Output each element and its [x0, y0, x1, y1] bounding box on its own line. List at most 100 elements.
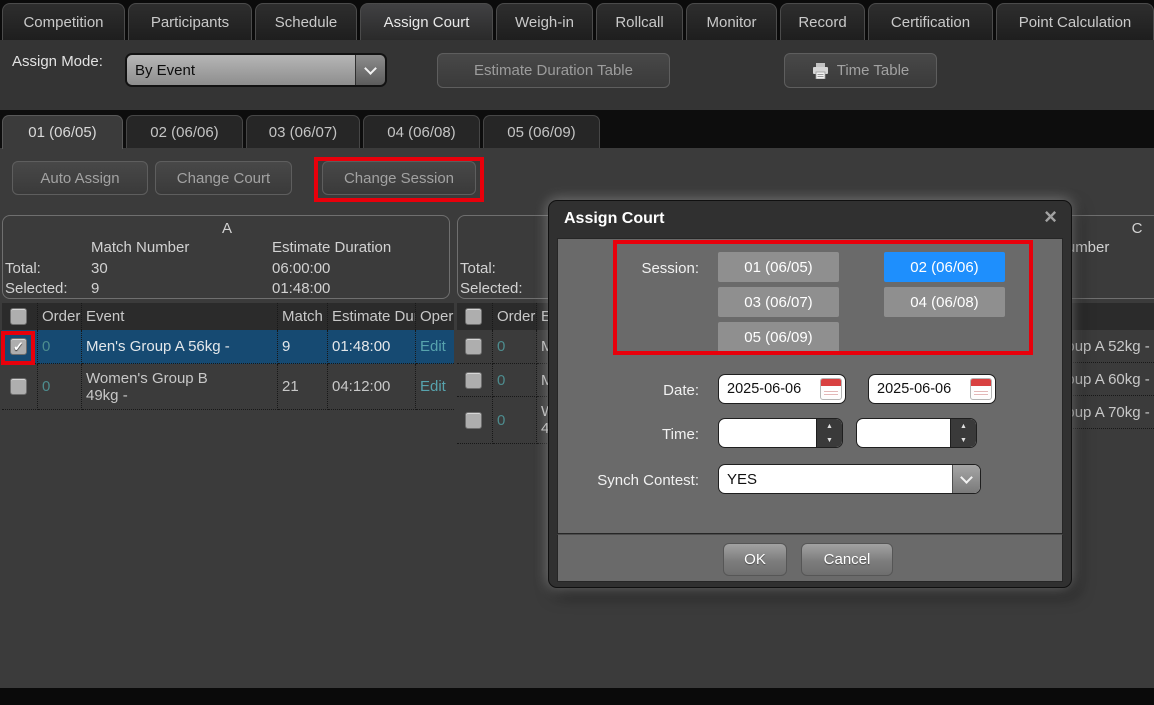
nav-tab-rollcall[interactable]: Rollcall: [596, 3, 683, 40]
date-from-input[interactable]: 2025-06-06: [718, 374, 846, 404]
time-from-spinner[interactable]: ▲ ▼: [816, 419, 842, 447]
date-label: Date:: [559, 382, 699, 399]
auto-assign-button[interactable]: Auto Assign: [12, 161, 148, 195]
time-table-button[interactable]: Time Table: [784, 53, 937, 88]
close-icon[interactable]: ×: [1044, 206, 1057, 228]
time-table-label: Time Table: [837, 62, 910, 79]
estimate-duration-table-button[interactable]: Estimate Duration Table: [437, 53, 670, 88]
change-session-button[interactable]: Change Session: [322, 161, 476, 195]
date-to-value: 2025-06-06: [869, 381, 970, 397]
spinner-down-icon[interactable]: ▼: [817, 433, 842, 447]
selected-match-count: 9: [91, 280, 99, 297]
session-option-01[interactable]: 01 (06/05): [718, 252, 839, 282]
col-oper: Oper: [416, 303, 454, 330]
calendar-icon[interactable]: [820, 378, 842, 400]
nav-tab-certification[interactable]: Certification: [868, 3, 993, 40]
nav-tab-competition[interactable]: Competition: [2, 3, 125, 40]
dialog-title: Assign Court: [564, 210, 664, 228]
estimate-duration-table-label: Estimate Duration Table: [474, 62, 633, 79]
session-tab-02[interactable]: 02 (06/06): [126, 115, 243, 148]
chevron-down-icon[interactable]: [952, 465, 980, 493]
synch-contest-select[interactable]: YES: [718, 464, 981, 494]
row-order: 0: [38, 330, 82, 364]
time-from-input[interactable]: ▲ ▼: [718, 418, 843, 448]
calendar-icon[interactable]: [970, 378, 992, 400]
session-tab-04[interactable]: 04 (06/08): [363, 115, 480, 148]
assign-mode-select[interactable]: By Event: [125, 53, 387, 87]
row-checkbox[interactable]: [465, 412, 482, 429]
session-option-04[interactable]: 04 (06/08): [884, 287, 1005, 317]
session-tab-bar: 01 (06/05) 02 (06/06) 03 (06/07) 04 (06/…: [0, 110, 1154, 148]
col-event: Event: [82, 303, 278, 330]
row-checkbox[interactable]: [465, 372, 482, 389]
assign-court-dialog: Assign Court × Session: 01 (06/05) 02 (0…: [548, 200, 1072, 588]
nav-tab-record[interactable]: Record: [780, 3, 865, 40]
date-to-input[interactable]: 2025-06-06: [868, 374, 996, 404]
nav-tab-point-calculation[interactable]: Point Calculation: [996, 3, 1154, 40]
total-label: Total:: [460, 260, 496, 277]
printer-icon: [812, 63, 829, 79]
col-order: Order: [493, 303, 537, 330]
nav-tab-schedule[interactable]: Schedule: [255, 3, 357, 40]
selected-label: Selected:: [5, 280, 68, 297]
top-navigation: Competition Participants Schedule Assign…: [0, 0, 1154, 40]
col-estimate: Estimate Duration: [328, 303, 416, 330]
time-to-spinner[interactable]: ▲ ▼: [950, 419, 976, 447]
row-match: 21: [278, 364, 328, 410]
bottom-bar: [0, 688, 1154, 705]
nav-tab-participants[interactable]: Participants: [128, 3, 252, 40]
row-match: 9: [278, 330, 328, 364]
cancel-button[interactable]: Cancel: [801, 543, 893, 576]
selected-label: Selected:: [460, 280, 523, 297]
row-order: 0: [493, 397, 537, 444]
session-tab-05[interactable]: 05 (06/09): [483, 115, 600, 148]
col-match: Match: [278, 303, 328, 330]
row-estimate: 01:48:00: [328, 330, 416, 364]
row-estimate: 04:12:00: [328, 364, 416, 410]
date-from-value: 2025-06-06: [719, 381, 820, 397]
session-tab-03[interactable]: 03 (06/07): [246, 115, 360, 148]
row-checkbox-checked[interactable]: ✓: [10, 338, 27, 355]
select-all-checkbox[interactable]: [10, 308, 27, 325]
session-option-03[interactable]: 03 (06/07): [718, 287, 839, 317]
table-row[interactable]: 0 Women's Group B 49kg - 21 04:12:00 Edi…: [2, 364, 454, 410]
row-event: Women's Group B 49kg -: [82, 364, 278, 410]
nav-tab-weigh-in[interactable]: Weigh-in: [496, 3, 593, 40]
select-all-checkbox[interactable]: [465, 308, 482, 325]
row-order: 0: [493, 330, 537, 364]
spinner-up-icon[interactable]: ▲: [951, 419, 976, 433]
edit-link[interactable]: Edit: [416, 330, 454, 364]
session-option-05[interactable]: 05 (06/09): [718, 322, 839, 352]
table-row[interactable]: ✓ 0 Men's Group A 56kg - 9 01:48:00 Edit: [2, 330, 454, 364]
court-a-table: Order Event Match Estimate Duration Oper…: [2, 303, 454, 410]
time-label: Time:: [559, 426, 699, 443]
change-court-button[interactable]: Change Court: [155, 161, 292, 195]
synch-contest-label: Synch Contest:: [559, 472, 699, 489]
total-label: Total:: [5, 260, 41, 277]
spinner-up-icon[interactable]: ▲: [817, 419, 842, 433]
estimate-duration-label: Estimate Duration: [272, 239, 391, 256]
nav-tab-monitor[interactable]: Monitor: [686, 3, 777, 40]
col-order: Order: [38, 303, 82, 330]
assign-mode-label: Assign Mode:: [12, 53, 103, 70]
total-match-count: 30: [91, 260, 108, 277]
session-label: Session:: [559, 260, 699, 277]
ok-button[interactable]: OK: [723, 543, 787, 576]
table-header-row: Order Event Match Estimate Duration Oper: [2, 303, 454, 330]
time-to-input[interactable]: ▲ ▼: [856, 418, 977, 448]
row-order: 0: [38, 364, 82, 410]
session-tab-01[interactable]: 01 (06/05): [2, 115, 123, 149]
nav-tab-assign-court[interactable]: Assign Court: [360, 3, 493, 40]
selected-duration-value: 01:48:00: [272, 280, 330, 297]
toolbar: Assign Mode: By Event Estimate Duration …: [0, 40, 1154, 110]
spinner-down-icon[interactable]: ▼: [951, 433, 976, 447]
synch-contest-value: YES: [719, 471, 952, 488]
assign-mode-value: By Event: [127, 55, 355, 85]
edit-link[interactable]: Edit: [416, 364, 454, 410]
court-a-summary-box: A Match Number Estimate Duration Total: …: [2, 215, 450, 299]
row-checkbox[interactable]: [465, 338, 482, 355]
row-checkbox[interactable]: [10, 378, 27, 395]
session-option-02-selected[interactable]: 02 (06/06): [884, 252, 1005, 282]
chevron-down-icon[interactable]: [355, 55, 385, 85]
row-order: 0: [493, 364, 537, 397]
